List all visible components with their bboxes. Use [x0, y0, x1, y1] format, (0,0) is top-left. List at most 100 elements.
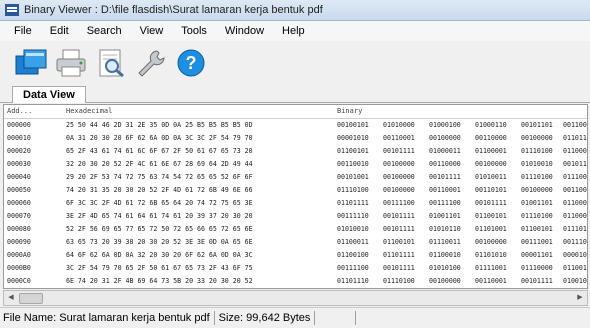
- row-binary: 01101110: [337, 277, 369, 285]
- row-binary: 00101111: [429, 173, 461, 181]
- menu-file[interactable]: File: [0, 25, 41, 37]
- row-binary: 01110010: [563, 173, 587, 181]
- data-grid[interactable]: Add... Hexadecimal Binary 000000 25 50 44…: [3, 104, 588, 289]
- horizontal-scrollbar[interactable]: ◀ ▶: [3, 290, 588, 306]
- row-binary: 00110001: [429, 186, 461, 194]
- scroll-thumb[interactable]: [19, 293, 43, 304]
- table-row[interactable]: 000030 32 20 30 20 52 2F 4C 61 6E 67 28 6…: [4, 158, 587, 171]
- print-preview-button[interactable]: [94, 46, 128, 80]
- table-row[interactable]: 000020 65 2F 43 61 74 61 6C 6F 67 2F 50 6…: [4, 145, 587, 158]
- table-row[interactable]: 000060 6F 3C 3C 2F 4D 61 72 6B 65 64 20 7…: [4, 197, 587, 210]
- row-binary: 00001101: [521, 251, 553, 259]
- scroll-right-icon[interactable]: ▶: [573, 291, 587, 305]
- row-address: 0000B0: [7, 264, 31, 272]
- table-row[interactable]: 000070 3E 2F 4D 65 74 61 64 61 74 61 20 3…: [4, 210, 587, 223]
- row-binary: 01111001: [475, 264, 507, 272]
- table-row[interactable]: 000050 74 20 31 35 20 30 20 52 2F 4D 61 7…: [4, 184, 587, 197]
- row-hex: 29 20 2F 53 74 72 75 63 74 54 72 65 65 5…: [66, 173, 253, 181]
- grid-header: Add... Hexadecimal Binary: [4, 105, 587, 119]
- menu-edit[interactable]: Edit: [41, 25, 78, 37]
- row-binary: 01110100: [521, 147, 553, 155]
- table-row[interactable]: 000040 29 20 2F 53 74 72 75 63 74 54 72 6…: [4, 171, 587, 184]
- row-binary: 01001011: [563, 277, 587, 285]
- title-bar: Binary Viewer : D:\file flasdish\Surat l…: [0, 0, 590, 21]
- scroll-left-icon[interactable]: ◀: [4, 291, 18, 305]
- row-binary: 00001010: [563, 288, 588, 289]
- row-binary: 00111110: [429, 288, 461, 289]
- settings-button[interactable]: [134, 46, 168, 80]
- menu-bar: File Edit Search View Tools Window Help: [0, 21, 590, 41]
- row-hex: 3E 2F 4D 65 74 61 64 61 74 61 20 39 37 2…: [66, 212, 253, 220]
- row-binary: 00101111: [383, 212, 415, 220]
- row-binary: 00001010: [337, 134, 369, 142]
- print-preview-icon: [99, 49, 124, 78]
- row-binary: 00110101: [475, 186, 507, 194]
- menu-help[interactable]: Help: [273, 25, 314, 37]
- menu-tools[interactable]: Tools: [172, 25, 216, 37]
- row-binary: 00100000: [475, 238, 507, 246]
- row-binary: 00110000: [563, 186, 587, 194]
- help-button[interactable]: ?: [174, 46, 208, 80]
- row-binary: 01010011: [475, 173, 507, 181]
- row-binary: 00101111: [383, 147, 415, 155]
- row-binary: 01000100: [429, 121, 461, 129]
- table-row[interactable]: 0000D0 5D 20 3E 3E 0D 0A 65 6E 64 6F 62 6…: [4, 288, 587, 289]
- menu-view[interactable]: View: [131, 25, 173, 37]
- row-address: 000070: [7, 212, 31, 220]
- header-binary[interactable]: Binary: [337, 105, 362, 118]
- row-binary: 00100000: [429, 277, 461, 285]
- row-binary: 00111110: [475, 288, 507, 289]
- row-binary: 00100000: [521, 134, 553, 142]
- row-address: 000080: [7, 225, 31, 233]
- menu-search[interactable]: Search: [78, 25, 131, 37]
- table-row[interactable]: 000010 0A 31 20 30 20 6F 62 6A 0D 0A 3C 3…: [4, 132, 587, 145]
- row-address: 000020: [7, 147, 31, 155]
- row-hex: 52 2F 56 69 65 77 65 72 50 72 65 66 65 7…: [66, 225, 253, 233]
- row-address: 000060: [7, 199, 31, 207]
- row-binary: 00111100: [383, 199, 415, 207]
- row-binary: 00101111: [521, 277, 553, 285]
- status-size: Size: 99,642 Bytes: [215, 311, 316, 325]
- row-binary: 00110001: [383, 134, 415, 142]
- row-binary: 00101101: [521, 121, 553, 129]
- menu-window[interactable]: Window: [216, 25, 273, 37]
- row-binary: 00101111: [383, 225, 415, 233]
- print-button[interactable]: [54, 46, 88, 80]
- row-hex: 74 20 31 35 20 30 20 52 2F 4D 61 72 6B 4…: [66, 186, 253, 194]
- row-binary: 01010010: [337, 225, 369, 233]
- header-address[interactable]: Add...: [7, 105, 32, 118]
- row-binary: 01010000: [383, 121, 415, 129]
- status-file-name: File Name: Surat lamaran kerja bentuk pd…: [0, 311, 215, 325]
- row-binary: 01100010: [429, 251, 461, 259]
- row-binary: 01100101: [563, 264, 587, 272]
- row-address: 000090: [7, 238, 31, 246]
- row-binary: 01010110: [429, 225, 461, 233]
- table-row[interactable]: 000000 25 50 44 46 2D 31 2E 35 0D 0A 25 B…: [4, 119, 587, 132]
- row-binary: 00100000: [429, 134, 461, 142]
- row-binary: 00100000: [475, 160, 507, 168]
- table-row[interactable]: 000080 52 2F 56 69 65 77 65 72 50 72 65 6…: [4, 223, 587, 236]
- row-address: 000010: [7, 134, 31, 142]
- table-row[interactable]: 0000C0 6E 74 20 31 2F 4B 69 64 73 5B 20 3…: [4, 275, 587, 288]
- row-binary: 01100101: [521, 225, 553, 233]
- svg-text:?: ?: [186, 53, 197, 73]
- tab-data-view[interactable]: Data View: [12, 86, 86, 103]
- row-binary: 01100011: [337, 238, 369, 246]
- settings-wrench-icon: [138, 50, 165, 77]
- row-binary: 00100000: [521, 186, 553, 194]
- table-row[interactable]: 0000B0 3C 2F 54 79 70 65 2F 50 61 67 65 7…: [4, 262, 587, 275]
- row-binary: 00101111: [563, 160, 587, 168]
- row-binary: 01000110: [475, 121, 507, 129]
- row-binary: 01110111: [563, 225, 587, 233]
- open-icon: [15, 49, 47, 75]
- header-hexadecimal[interactable]: Hexadecimal: [66, 105, 112, 118]
- row-binary: 00111100: [337, 264, 369, 272]
- row-binary: 01011101: [337, 288, 369, 289]
- row-binary: 01100101: [383, 238, 415, 246]
- open-button[interactable]: [14, 46, 48, 80]
- row-binary: 01101001: [475, 225, 507, 233]
- table-row[interactable]: 0000A0 64 6F 62 6A 0D 0A 32 20 30 20 6F 6…: [4, 249, 587, 262]
- row-binary: 00001010: [563, 251, 587, 259]
- table-row[interactable]: 000090 63 65 73 20 39 38 20 30 20 52 3E 3…: [4, 236, 587, 249]
- row-binary: 01001101: [429, 212, 461, 220]
